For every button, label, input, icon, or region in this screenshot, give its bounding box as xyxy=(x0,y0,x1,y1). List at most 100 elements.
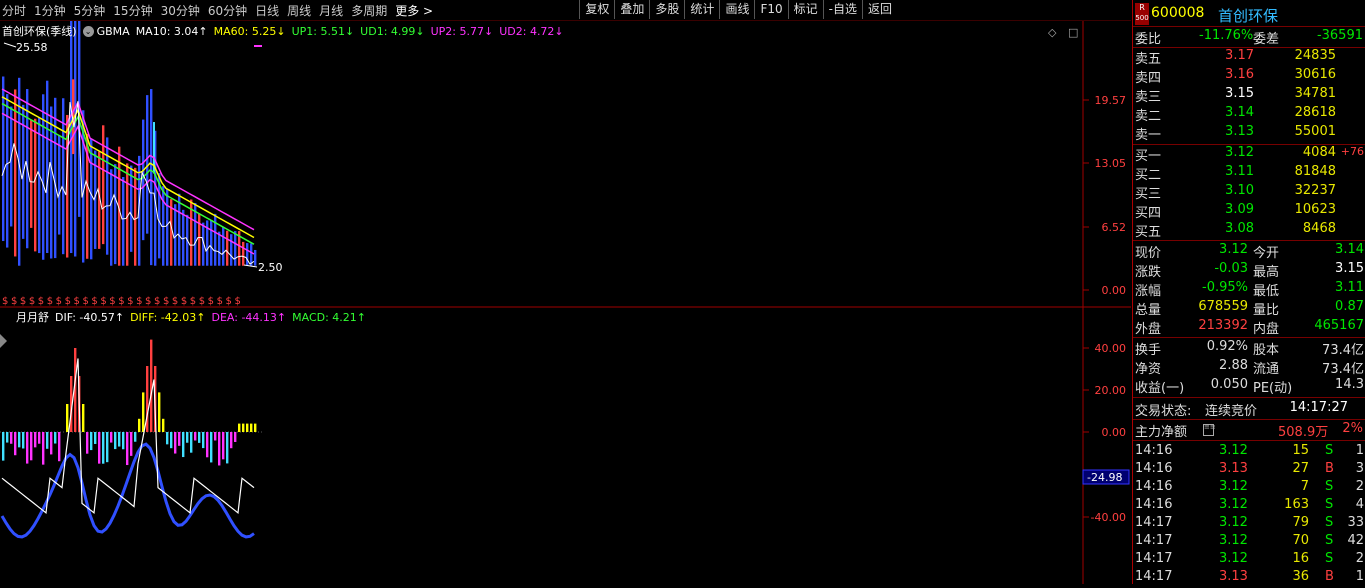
ask-price: 3.14 xyxy=(1225,105,1254,120)
fuquan-button[interactable]: 复权 xyxy=(579,0,614,19)
main-net-value: 508.9万 xyxy=(1278,425,1329,440)
ask-label: 卖二 xyxy=(1135,109,1162,124)
tick-row[interactable]: 14:17 3.12 16 S 2 xyxy=(1133,551,1365,570)
bid-volume: 10623 xyxy=(1294,202,1336,217)
ask-row[interactable]: 卖五 3.17 24835 xyxy=(1133,48,1365,67)
stat-label: 最低 xyxy=(1253,284,1280,299)
mark-button[interactable]: 标记 xyxy=(787,0,823,19)
tick-side: S xyxy=(1325,515,1334,530)
tick-row[interactable]: 14:17 3.12 79 S 33 xyxy=(1133,515,1365,534)
tab-30min[interactable]: 30分钟 xyxy=(161,2,200,19)
tick-row[interactable]: 14:16 3.13 27 B 3 xyxy=(1133,461,1365,480)
macd-tick-2: 20.00 xyxy=(1095,384,1127,397)
bid-row[interactable]: 买一 3.12 4084 +76 xyxy=(1133,145,1365,164)
close-icon[interactable]: □ xyxy=(1068,26,1078,39)
weicha-value: -36591 xyxy=(1316,28,1363,43)
tab-60min[interactable]: 60分钟 xyxy=(208,2,247,19)
price-tick-3: 6.52 xyxy=(1102,221,1127,234)
bid-row[interactable]: 买四 3.09 10623 xyxy=(1133,202,1365,221)
macd-bar xyxy=(194,432,197,441)
ask-row[interactable]: 卖一 3.13 55001 xyxy=(1133,124,1365,143)
tab-15min[interactable]: 15分钟 xyxy=(113,2,152,19)
tick-side: B xyxy=(1325,461,1334,476)
tick-count: 2 xyxy=(1355,479,1364,494)
candle xyxy=(122,177,125,266)
candle xyxy=(10,106,13,227)
tick-row[interactable]: 14:16 3.12 15 S 1 xyxy=(1133,443,1365,462)
chart-area[interactable]: 19.57 13.05 6.52 0.00 40.00 20.00 0.00 -… xyxy=(0,21,1131,584)
macd-histogram xyxy=(2,339,257,466)
tick-price: 3.12 xyxy=(1219,497,1248,512)
current-value-label: -24.98 xyxy=(1087,471,1122,484)
macd-bar xyxy=(126,432,129,466)
tick-volume: 79 xyxy=(1292,515,1309,530)
macd-bar xyxy=(122,432,125,450)
stat-label: 量比 xyxy=(1253,303,1280,318)
macd-bar xyxy=(34,432,37,448)
stats-button[interactable]: 统计 xyxy=(684,0,719,19)
macd-bar xyxy=(54,432,57,444)
diamond-icon[interactable]: ◇ xyxy=(1048,26,1057,39)
macd-bar xyxy=(246,423,249,432)
kline-chart-svg[interactable]: 19.57 13.05 6.52 0.00 40.00 20.00 0.00 -… xyxy=(0,21,1131,584)
more-button[interactable]: 更多 > xyxy=(395,2,433,19)
macd-bar xyxy=(98,432,101,464)
tab-5min[interactable]: 5分钟 xyxy=(74,2,106,19)
ask-volume: 55001 xyxy=(1294,124,1336,139)
macd-bar xyxy=(222,432,225,460)
bid-row[interactable]: 买三 3.10 32237 xyxy=(1133,183,1365,202)
stat-row: 涨跌 -0.03 最高 3.15 xyxy=(1133,261,1365,280)
bid-row[interactable]: 买二 3.11 81848 xyxy=(1133,164,1365,183)
indicator-name[interactable]: GBMA xyxy=(97,25,130,38)
macd-bar xyxy=(238,423,241,432)
macd-bar xyxy=(114,432,117,450)
macd-bar xyxy=(158,392,161,432)
tab-monthly[interactable]: 月线 xyxy=(319,2,343,19)
tick-row[interactable]: 14:16 3.12 163 S 4 xyxy=(1133,497,1365,516)
tick-volume: 36 xyxy=(1292,569,1309,584)
tab-1min[interactable]: 1分钟 xyxy=(34,2,66,19)
bid-label: 买二 xyxy=(1135,168,1162,183)
ask-row[interactable]: 卖三 3.15 34781 xyxy=(1133,86,1365,105)
f10-button[interactable]: F10 xyxy=(754,0,787,19)
candle xyxy=(50,106,53,259)
stat-label: 换手 xyxy=(1135,343,1162,358)
tick-price: 3.12 xyxy=(1219,479,1248,494)
list-icon[interactable]: ≡≡ xyxy=(1203,424,1216,436)
tab-daily[interactable]: 日线 xyxy=(255,2,279,19)
macd-bar xyxy=(82,404,85,432)
stat-value: 0.87 xyxy=(1335,299,1364,314)
sub-chart-title[interactable]: 月月舒 xyxy=(16,309,49,325)
tick-volume: 15 xyxy=(1292,443,1309,458)
macd-bar xyxy=(218,432,221,466)
multi-stock-button[interactable]: 多股 xyxy=(649,0,684,19)
tab-multi-period[interactable]: 多周期 xyxy=(351,2,387,19)
stat-value: 465167 xyxy=(1314,318,1364,333)
ask-row[interactable]: 卖二 3.14 28618 xyxy=(1133,105,1365,124)
overlay-button[interactable]: 叠加 xyxy=(614,0,649,19)
tab-fenshi[interactable]: 分时 xyxy=(2,2,26,19)
draw-line-button[interactable]: 画线 xyxy=(719,0,754,19)
dropdown-icon[interactable]: ⌄ xyxy=(82,25,94,37)
tick-row[interactable]: 14:17 3.12 70 S 42 xyxy=(1133,533,1365,552)
tick-row[interactable]: 14:17 3.13 36 B 1 xyxy=(1133,569,1365,588)
candle xyxy=(2,76,5,242)
tick-count: 2 xyxy=(1355,551,1364,566)
tick-price: 3.12 xyxy=(1219,533,1248,548)
remove-watchlist-button[interactable]: -自选 xyxy=(822,0,862,19)
tab-weekly[interactable]: 周线 xyxy=(287,2,311,19)
price-tick-4: 0.00 xyxy=(1102,284,1127,297)
back-button[interactable]: 返回 xyxy=(861,0,897,19)
bid-row[interactable]: 买五 3.08 8468 xyxy=(1133,221,1365,240)
diff-value: DIFF: -42.03↑ xyxy=(130,310,206,324)
macd-bar xyxy=(22,432,25,449)
weibi-row: 委比 -11.76% 委差 -36591 xyxy=(1133,28,1365,47)
tick-row[interactable]: 14:16 3.12 7 S 2 xyxy=(1133,479,1365,498)
ask-row[interactable]: 卖四 3.16 30616 xyxy=(1133,67,1365,86)
stat-row: 总量 678559 量比 0.87 xyxy=(1133,299,1365,318)
sub-legend: 月月舒 DIF: -40.57↑ DIFF: -42.03↑ DEA: -44.… xyxy=(16,309,372,325)
main-legend: 首创环保(季线) ⌄ GBMA MA10: 3.04↑ MA60: 5.25↓ … xyxy=(2,23,570,39)
ask-volume: 34781 xyxy=(1294,86,1336,101)
tick-count: 3 xyxy=(1355,461,1364,476)
stat2-row: 净资 2.88 流通 73.4亿 xyxy=(1133,358,1365,377)
